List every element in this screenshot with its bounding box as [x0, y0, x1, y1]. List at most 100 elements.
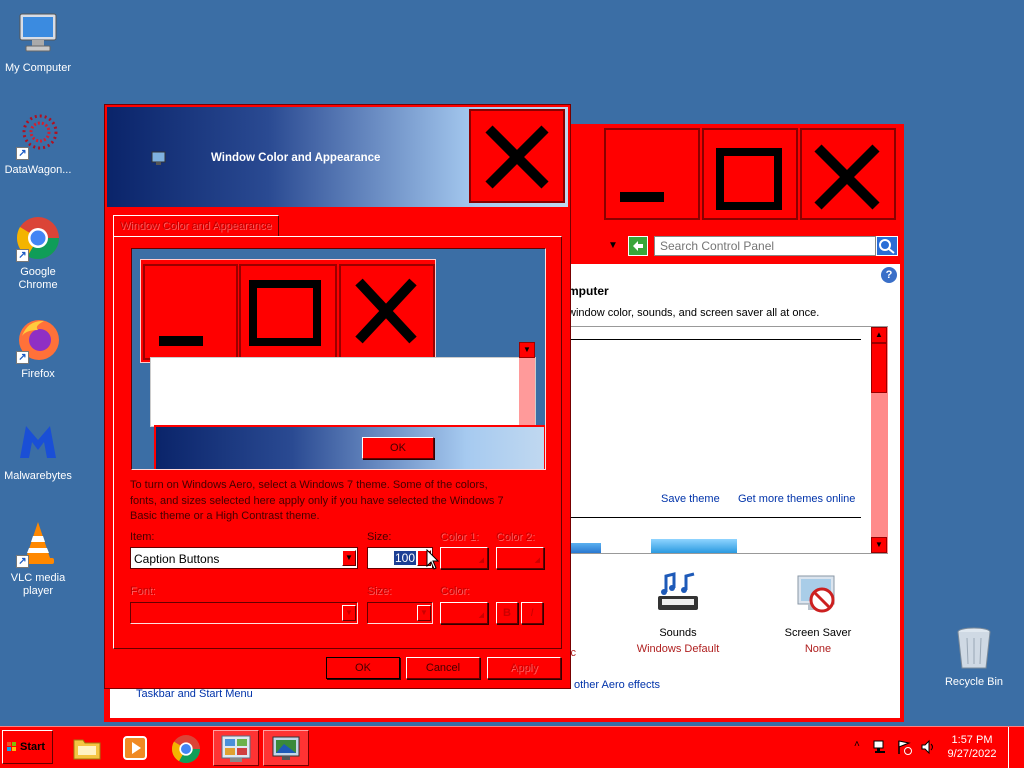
taskbar-explorer[interactable]: [64, 730, 110, 766]
screen-saver-item[interactable]: Screen Saver None: [768, 570, 868, 655]
desktop-icon-label: My Computer: [4, 62, 72, 74]
show-hidden-icons-button[interactable]: ˄: [854, 739, 860, 750]
dialog-close-button[interactable]: [469, 109, 565, 203]
refresh-button[interactable]: [628, 236, 648, 256]
desktop-icon-google-chrome[interactable]: ↗ Google Chrome: [0, 214, 76, 292]
search-input[interactable]: [654, 236, 876, 256]
back-window-left-frame: [104, 686, 110, 722]
control-panel-content: ? mputer window color, sounds, and scree…: [568, 264, 900, 719]
item-select[interactable]: Caption Buttons ▼: [130, 547, 358, 569]
font-size-label: Size:: [367, 585, 392, 597]
ok-button[interactable]: OK: [326, 657, 400, 679]
desktop-icon-firefox[interactable]: ↗ Firefox: [0, 316, 76, 381]
screen-saver-label: Screen Saver: [784, 627, 852, 639]
item-select-value: Caption Buttons: [134, 552, 220, 566]
taskbar-control-panel[interactable]: [213, 730, 259, 766]
theme-thumbnail[interactable]: [569, 543, 601, 553]
shortcut-arrow-icon: ↗: [16, 249, 29, 262]
scrollbar[interactable]: ▲ ▼: [871, 327, 888, 553]
start-button[interactable]: Start: [2, 730, 53, 764]
info-text: To turn on Windows Aero, select a Window…: [130, 478, 550, 525]
preview-ok-label: OK: [390, 442, 406, 454]
desktop-icon-recycle-bin[interactable]: Recycle Bin: [936, 624, 1012, 689]
display-settings-icon: [151, 151, 166, 165]
preview-scrollbar: ▼: [519, 342, 535, 428]
dialog-title-bar[interactable]: Window Color and Appearance: [107, 107, 568, 207]
desktop-icon-label: Firefox: [21, 368, 55, 380]
apply-label: Apply: [510, 662, 538, 674]
chrome-icon: [171, 735, 200, 764]
action-center-flag-icon[interactable]: [896, 739, 912, 755]
color1-label: Color 1:: [440, 531, 479, 543]
recycle-bin-icon: [950, 624, 998, 672]
network-icon[interactable]: [872, 739, 888, 755]
item-dropdown-button[interactable]: ▼: [342, 550, 356, 566]
maximize-button[interactable]: [702, 128, 798, 220]
color2-label: Color 2:: [496, 531, 535, 543]
preview-area[interactable]: ▼ OK: [131, 248, 546, 470]
address-dropdown-icon[interactable]: ▼: [608, 240, 618, 251]
folder-icon: [73, 739, 101, 760]
cancel-button[interactable]: Cancel: [406, 657, 480, 679]
get-more-themes-link[interactable]: Get more themes online: [738, 493, 855, 505]
desktop-icon-label: VLC media player: [10, 572, 66, 597]
firefox-icon: ↗: [14, 316, 62, 364]
desktop-icon-malwarebytes[interactable]: Malwarebytes: [0, 418, 76, 483]
datawagon-icon: ↗: [14, 112, 62, 160]
scroll-down-button[interactable]: ▼: [871, 537, 887, 553]
taskbar: Start ˄ 1:57 PM 9/27/2022: [0, 726, 1024, 768]
font-select: ▼: [130, 602, 358, 624]
mouse-cursor-icon: [426, 549, 440, 570]
search-icon: [879, 239, 895, 254]
theme-list[interactable]: Save theme Get more themes online ▲ ▼: [568, 326, 888, 554]
back-window-bottom-frame: [104, 718, 904, 722]
size-spinner[interactable]: 100: [367, 547, 433, 569]
theme-thumbnail[interactable]: [651, 539, 737, 553]
control-panel-icon: [221, 735, 251, 762]
preview-minimize-button: [143, 264, 238, 360]
show-desktop-button[interactable]: [1008, 727, 1024, 768]
control-panel-window: ▼ ? mputer window color, sounds, and scr…: [568, 124, 904, 722]
clock[interactable]: 1:57 PM 9/27/2022: [944, 733, 1000, 761]
minimize-button[interactable]: [604, 128, 700, 220]
preview-window: [140, 259, 436, 363]
volume-icon[interactable]: [920, 739, 936, 755]
dialog-title: Window Color and Appearance: [211, 152, 381, 164]
scroll-up-button[interactable]: ▲: [871, 327, 887, 343]
desktop-icon-label: Recycle Bin: [944, 676, 1004, 688]
desktop-icon-vlc[interactable]: ↗ VLC media player: [0, 520, 76, 598]
taskbar-start-menu-link[interactable]: Taskbar and Start Menu: [136, 688, 253, 700]
search-button[interactable]: [876, 236, 898, 256]
desktop-icon-my-computer[interactable]: My Computer: [0, 10, 76, 75]
desktop-icon-label: DataWagon...: [4, 164, 72, 176]
cancel-label: Cancel: [425, 662, 461, 674]
scroll-thumb[interactable]: [871, 343, 887, 393]
color-dropdown-icon: ◢: [478, 612, 484, 619]
preview-scroll-arrow-icon: ▼: [519, 342, 535, 358]
help-icon[interactable]: ?: [881, 267, 897, 283]
page-description: window color, sounds, and screen saver a…: [568, 307, 820, 319]
taskbar-chrome[interactable]: [163, 730, 209, 766]
aero-effects-link[interactable]: other Aero effects: [574, 679, 660, 691]
maximize-icon: [249, 280, 321, 346]
media-player-icon: [123, 736, 147, 760]
preview-window-body: ▼: [150, 342, 536, 428]
taskbar-display-settings[interactable]: [263, 730, 309, 766]
save-theme-link[interactable]: Save theme: [661, 493, 720, 505]
preview-ok-button: OK: [362, 437, 434, 459]
sounds-item[interactable]: Sounds Windows Default: [628, 570, 728, 655]
desktop-icon-datawagon[interactable]: ↗ DataWagon...: [0, 112, 76, 177]
window-color-dialog: Window Color and Appearance Window Color…: [104, 104, 571, 689]
computer-icon: [14, 10, 62, 58]
tab-window-color[interactable]: Window Color and Appearance: [113, 215, 279, 237]
close-button[interactable]: [800, 128, 896, 220]
font-dropdown-button: ▼: [342, 605, 356, 621]
malwarebytes-icon: [14, 418, 62, 466]
desktop-icon-label: Malwarebytes: [4, 470, 72, 482]
shortcut-arrow-icon: ↗: [16, 555, 29, 568]
taskbar-media-player[interactable]: [112, 730, 158, 766]
sounds-value: Windows Default: [636, 643, 720, 655]
color2-button: ◢: [496, 547, 544, 569]
size-value[interactable]: 100: [394, 551, 417, 565]
ok-label: OK: [355, 662, 371, 674]
